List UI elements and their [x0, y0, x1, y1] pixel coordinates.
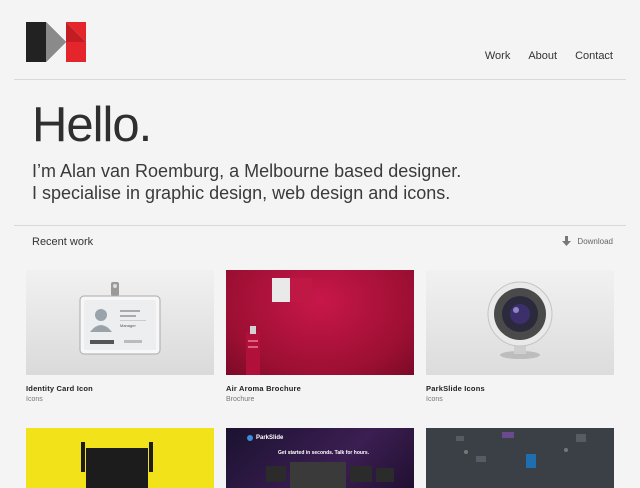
project-card[interactable] [426, 428, 614, 488]
project-card[interactable]: ParkSlide Get started in seconds. Talk f… [226, 428, 414, 488]
yellow-project-image [81, 442, 153, 488]
project-thumb-air-aroma[interactable] [226, 270, 414, 375]
project-card[interactable]: ParkSlide Icons Icons [426, 270, 614, 403]
main-nav: Work About Contact [485, 50, 613, 62]
site-header: Work About Contact [0, 0, 640, 80]
hero-intro: I’m Alan van Roemburg, a Melbourne based… [32, 160, 461, 204]
project-card[interactable] [26, 428, 214, 488]
project-thumb-parkslide-icons[interactable] [426, 270, 614, 375]
project-card[interactable]: Manager Identity Card Icon Icons [26, 270, 214, 403]
nav-about[interactable]: About [528, 50, 557, 62]
hero-divider [14, 225, 626, 226]
aroma-brochure-image [246, 278, 312, 375]
nav-contact[interactable]: Contact [575, 50, 613, 62]
dark-project-image [456, 432, 586, 468]
download-button[interactable]: Download [562, 236, 613, 246]
project-category: Icons [426, 396, 443, 403]
project-category: Brochure [226, 396, 255, 403]
site-logo[interactable] [26, 22, 86, 62]
header-divider [14, 79, 626, 80]
webcam-icon [487, 281, 553, 359]
hero-intro-line1: I’m Alan van Roemburg, a Melbourne based… [32, 161, 462, 181]
project-card[interactable]: Air Aroma Brochure Brochure [226, 270, 414, 403]
recent-work-title: Recent work [32, 236, 94, 248]
project-thumb-parkslide-site[interactable]: ParkSlide Get started in seconds. Talk f… [226, 428, 414, 488]
project-title[interactable]: ParkSlide Icons [426, 384, 614, 393]
nav-work[interactable]: Work [485, 50, 510, 62]
hero-intro-line2: I specialise in graphic design, web desi… [32, 183, 451, 203]
project-title[interactable]: Identity Card Icon [26, 384, 214, 393]
identity-card-role-text: Manager [120, 323, 136, 328]
project-thumb-yellow[interactable] [26, 428, 214, 488]
project-thumb-identity-card[interactable]: Manager [26, 270, 214, 375]
hero-heading: Hello. [32, 98, 152, 152]
download-label: Download [577, 236, 613, 246]
parkslide-screens-image [247, 435, 394, 488]
project-category: Icons [26, 396, 43, 403]
project-thumb-dark[interactable] [426, 428, 614, 488]
project-title[interactable]: Air Aroma Brochure [226, 384, 414, 393]
download-arrow-icon [562, 236, 572, 246]
